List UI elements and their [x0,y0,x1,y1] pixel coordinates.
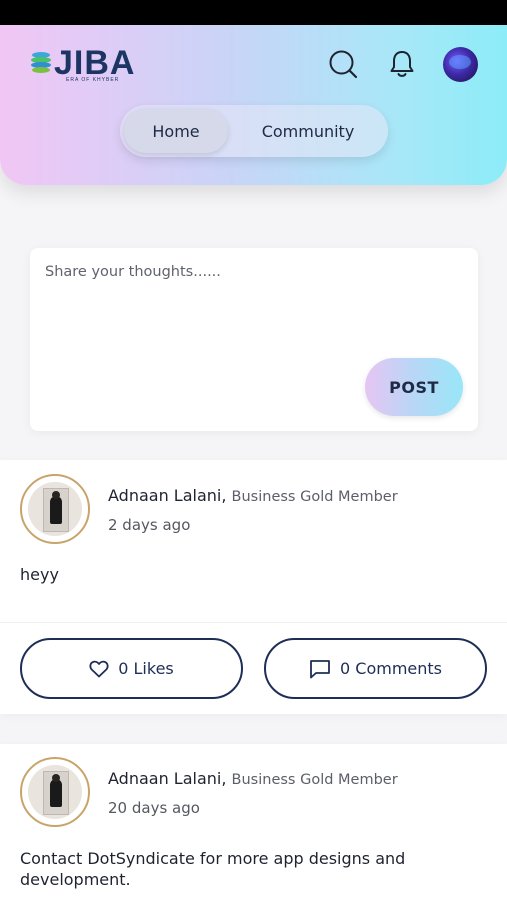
avatar-graphic [449,55,471,69]
likes-count: 0 Likes [118,659,174,678]
post-button[interactable]: POST [365,358,463,416]
tab-home[interactable]: Home [124,109,228,153]
author-avatar[interactable] [20,474,90,544]
search-icon [329,50,358,79]
author-role: Business Gold Member [231,772,398,788]
post-card: Adnaan Lalani, Business Gold Member 20 d… [0,744,507,900]
post-text: heyy [20,565,59,584]
composer-input[interactable]: Share your thoughts...... [45,264,221,280]
post-time: 2 days ago [108,516,191,534]
author-line: Adnaan Lalani, Business Gold Member [108,769,398,788]
post-composer[interactable]: Share your thoughts...... POST [30,248,478,431]
comment-icon [310,659,330,678]
divider [0,622,507,623]
avatar-photo [28,765,82,819]
post-text: Contact DotSyndicate for more app design… [20,849,406,889]
heart-icon [89,660,109,677]
comments-count: 0 Comments [340,659,442,678]
author-role: Business Gold Member [231,489,398,505]
tab-community[interactable]: Community [238,109,378,153]
jiba-logo[interactable]: JIBA ERA OF KHYBER [30,43,134,87]
author-line: Adnaan Lalani, Business Gold Member [108,486,398,505]
avatar-photo [28,482,82,536]
status-bar [0,0,507,25]
nav-tabs: Home Community [120,105,388,157]
author-name[interactable]: Adnaan Lalani, [108,486,226,505]
logo-mark-icon [31,52,51,73]
profile-avatar[interactable] [443,47,478,82]
search-button[interactable] [326,47,360,81]
like-button[interactable]: 0 Likes [20,638,243,699]
post-card: Adnaan Lalani, Business Gold Member 2 da… [0,460,507,714]
notifications-button[interactable] [385,47,419,81]
app-header: JIBA ERA OF KHYBER Home Community [0,25,507,185]
author-avatar[interactable] [20,757,90,827]
comment-button[interactable]: 0 Comments [264,638,487,699]
logo-tagline: ERA OF KHYBER [66,77,120,83]
author-name[interactable]: Adnaan Lalani, [108,769,226,788]
post-time: 20 days ago [108,799,200,817]
bell-icon [390,51,414,77]
